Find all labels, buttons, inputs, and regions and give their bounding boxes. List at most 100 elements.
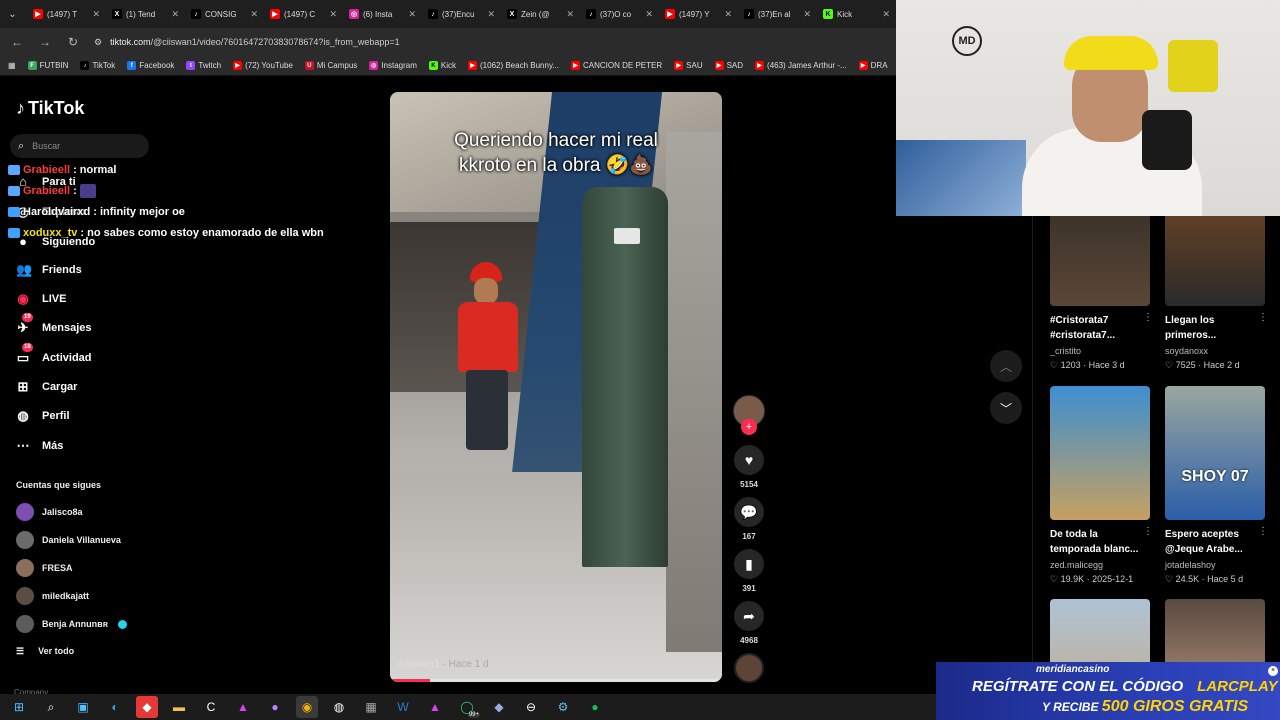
tab-close-icon[interactable]: ✕ [487,9,495,20]
previous-video-button[interactable]: ︿ [990,350,1022,382]
app-pink-icon[interactable]: ▲ [232,696,254,718]
tab-close-icon[interactable]: ✕ [171,9,179,20]
bookmark-item[interactable]: ▶ (463) James Arthur -... [755,61,847,70]
app-c-icon[interactable]: C [200,696,222,718]
browser-tab[interactable]: K Kick ✕ [817,3,896,25]
browser-tab[interactable]: ♪ (37)Encu ✕ [422,3,501,25]
browser-tab[interactable]: ♪ (37)O co ✕ [580,3,659,25]
followed-account[interactable]: FRESA [16,559,73,577]
card-author[interactable]: jotadelashoy [1165,560,1216,570]
word-icon[interactable]: W [392,696,414,718]
menu-item-actividad[interactable]: ▭ 18 Actividad [16,343,92,366]
followed-account[interactable]: Daniela Villanueva [16,531,121,549]
tab-close-icon[interactable]: ✕ [803,9,811,20]
menu-item-cargar[interactable]: ⊞ Cargar [16,379,78,395]
card-author[interactable]: _cristito [1050,346,1081,356]
bookmark-item[interactable]: U Mi Campus [304,61,357,70]
tab-close-icon[interactable]: ✕ [92,9,100,20]
comment-button[interactable]: 💬 167 [734,497,764,541]
next-video-button[interactable]: ﹀ [990,392,1022,424]
browser-tab[interactable]: ▶ (1497) C ✕ [264,3,343,25]
calculator-icon[interactable]: ▦ [360,696,382,718]
menu-item-perfil[interactable]: ◍ Perfil [16,408,69,424]
video-author-line[interactable]: ciiswan1 · Hace 1 d [398,659,489,670]
tab-close-icon[interactable]: ✕ [566,9,574,20]
chrome-icon[interactable]: ◉ [296,696,318,718]
casino-banner[interactable]: meridiancasino REGÍTRATE CON EL CÓDIGO LA… [936,662,1280,720]
forward-icon[interactable]: → [38,35,52,49]
music-disc-icon[interactable] [734,653,764,683]
card-author[interactable]: zed.malicegg [1050,560,1103,570]
more-options-icon[interactable]: ⋮ [1143,312,1153,323]
bookmark-item[interactable]: ▶ DRA [858,61,888,70]
browser-tab[interactable]: ▶ (1497) T ✕ [27,3,106,25]
tab-close-icon[interactable]: ✕ [329,9,337,20]
bookmark-item[interactable]: F FUTBIN [27,61,68,70]
tab-close-icon[interactable]: ✕ [882,9,890,20]
browser-tab[interactable]: ◎ (6) Insta ✕ [343,3,422,25]
back-icon[interactable]: ← [10,35,24,49]
share-button[interactable]: ➦ 4968 [734,601,764,645]
bookmark-item[interactable]: ♪ TikTok [80,61,115,70]
bookmark-item[interactable]: ▶ CANCION DE PETER [571,61,662,70]
video-player[interactable]: Queriendo hacer mi real kkroto en la obr… [390,92,722,682]
more-options-icon[interactable]: ⋮ [1143,526,1153,537]
search-input[interactable]: ⌕ Buscar [10,134,149,158]
follow-plus-icon[interactable]: + [741,419,757,435]
bookmark-item[interactable]: ◎ Instagram [369,61,417,70]
bookmark-item[interactable]: ▶ SAU [674,61,703,70]
menu-item-mensajes[interactable]: ✈ 19 Mensajes [16,313,92,336]
followed-account[interactable]: miledkajatt [16,587,89,605]
bookmark-item[interactable]: ▶ (72) YouTube [233,61,293,70]
steam-icon[interactable]: ⚙ [552,696,574,718]
video-thumbnail[interactable]: SHOY 07 [1165,386,1265,520]
windows-start-icon[interactable]: ⊞ [8,696,30,718]
site-info-icon[interactable]: ⚙ [94,37,102,48]
discord-icon[interactable]: ● [264,696,286,718]
save-button[interactable]: ▮ 391 [734,549,764,593]
followed-account[interactable]: Benja Annunʙʀ [16,615,127,633]
see-all-link[interactable]: ☰ Ver todo [16,646,74,657]
more-options-icon[interactable]: ⋮ [1258,526,1268,537]
reload-icon[interactable]: ↻ [66,35,80,49]
tab-close-icon[interactable]: ✕ [645,9,653,20]
card-title[interactable]: Llegan los primeros... [1165,313,1261,343]
edge-icon[interactable]: ◐ [104,696,126,718]
video-thumbnail[interactable] [1050,386,1150,520]
followed-account[interactable]: Jalisco8a [16,503,83,521]
taskbar-search-icon[interactable]: ⌕ [40,696,62,718]
url-field[interactable]: ⚙ tiktok.com/@ciiswan1/video/76016472703… [94,31,896,53]
tiktok-logo[interactable]: ♪ TikTok [16,98,84,119]
file-explorer-icon[interactable]: ▬ [168,696,190,718]
menu-item-mas[interactable]: ⋯ Más [16,438,64,454]
browser-tab[interactable]: ♪ (37)En al ✕ [738,3,817,25]
card-author[interactable]: soydanoxx [1165,346,1208,356]
bookmark-item[interactable]: ▶ SAD [714,61,743,70]
app-pink-2-icon[interactable]: ▲ [424,696,446,718]
menu-item-friends[interactable]: 👥 Friends [16,262,82,278]
store-icon[interactable]: ▣ [72,696,94,718]
banner-close-icon[interactable]: × [1268,666,1278,676]
video-progress-bar[interactable] [390,679,722,682]
tab-search-icon[interactable]: ⌄ [4,5,21,23]
bookmark-item[interactable]: f Facebook [127,61,174,70]
tab-close-icon[interactable]: ✕ [408,9,416,20]
notes-icon[interactable]: ◆ [488,696,510,718]
bookmark-item[interactable]: ▶ (1062) Beach Bunny... [468,61,559,70]
browser-tab[interactable]: ♪ CONSIG ✕ [185,3,264,25]
tab-close-icon[interactable]: ✕ [724,9,732,20]
epic-games-icon[interactable]: ⊖ [520,696,542,718]
obs-icon[interactable]: ◍ [328,696,350,718]
more-options-icon[interactable]: ⋮ [1258,312,1268,323]
card-title[interactable]: De toda la temporada blanc... [1050,527,1146,557]
browser-tab[interactable]: X Zein (@ ✕ [501,3,580,25]
browser-tab[interactable]: ▶ (1497) Y ✕ [659,3,738,25]
bookmark-item[interactable]: K Kick [428,61,456,70]
like-button[interactable]: ♥ 5154 [734,445,764,489]
card-title[interactable]: Espero aceptes @Jeque Arabe... [1165,527,1261,557]
menu-item-live[interactable]: ◉ LIVE [16,291,66,307]
apps-grid-icon[interactable]: ▦ [8,61,16,70]
video-author-name[interactable]: ciiswan1 [398,659,440,670]
whatsapp-icon[interactable]: ◯ 99+ [456,696,480,718]
anydesk-icon[interactable]: ◆ [136,696,158,718]
